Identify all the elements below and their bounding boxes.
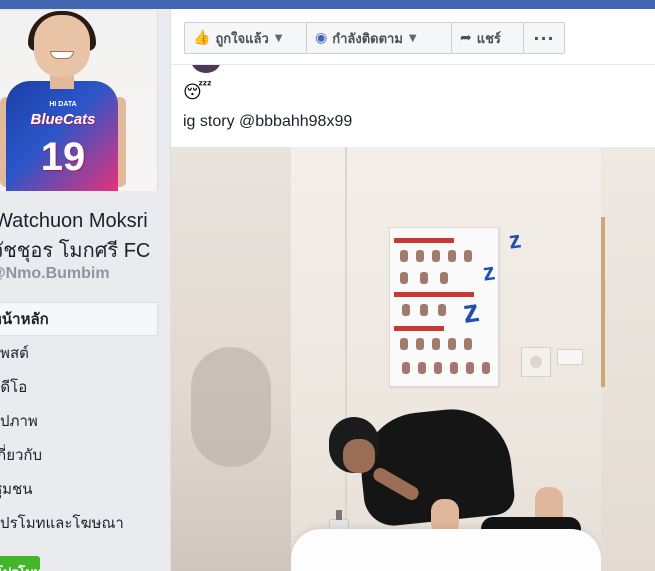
jersey-team-name: BlueCats xyxy=(30,111,96,128)
share-arrow-icon: ➦ xyxy=(460,30,472,46)
post-header xyxy=(171,65,655,75)
nav-item-photos[interactable]: รูปภาพ xyxy=(0,404,158,438)
main-column: 👍 ถูกใจแล้ว ▼ ◉ กำลังติดตาม ▼ ➦ แชร์ ···… xyxy=(170,9,655,571)
following-button[interactable]: ◉ กำลังติดตาม ▼ xyxy=(306,22,452,54)
video-frame: z z z xyxy=(291,147,601,571)
profile-picture[interactable]: HI DATA BlueCats 19 xyxy=(0,11,158,191)
thumbs-up-icon: 👍 xyxy=(193,30,211,46)
left-sidebar: HI DATA BlueCats 19 Watchuon Moksri วัชช… xyxy=(0,9,170,571)
nav-item-about[interactable]: เกี่ยวกับ xyxy=(0,438,158,472)
jersey-sponsor-text: HI DATA xyxy=(49,101,77,108)
exercise-poster xyxy=(389,227,499,387)
post-video[interactable]: z z z xyxy=(171,147,655,571)
masseuse-face xyxy=(343,439,375,473)
nav-item-label: หน้าหลัก xyxy=(0,310,49,328)
nav-item-label: เกี่ยวกับ xyxy=(0,446,43,464)
jersey-number: 19 xyxy=(40,135,86,179)
nav-item-label: โพสต์ xyxy=(0,344,29,362)
wall-switch xyxy=(557,349,583,365)
story-sticker-z: z xyxy=(507,226,523,255)
nav-item-community[interactable]: ชุมชน xyxy=(0,472,158,506)
nav-item-promotions[interactable]: โปรโมทและโฆษณา xyxy=(0,506,158,540)
post-caption: ig story @bbbahh98x99 xyxy=(183,113,353,130)
top-navigation-bar xyxy=(0,0,655,9)
post-author-avatar[interactable] xyxy=(191,65,221,73)
following-button-label: กำลังติดตาม xyxy=(332,31,403,47)
nav-item-label: ชุมชน xyxy=(0,480,33,498)
promote-button[interactable]: โปรโมท xyxy=(0,556,40,571)
share-button-label: แชร์ xyxy=(476,31,501,47)
chevron-down-icon: ▼ xyxy=(408,32,417,44)
video-blur-left xyxy=(171,147,291,571)
nav-item-home[interactable]: หน้าหลัก xyxy=(0,302,158,336)
page-action-bar: 👍 ถูกใจแล้ว ▼ ◉ กำลังติดตาม ▼ ➦ แชร์ ··· xyxy=(171,9,655,65)
page-name-line2[interactable]: วัชชุอร โมกศรี FC xyxy=(0,237,170,265)
nav-item-label: โปรโมทและโฆษณา xyxy=(0,514,124,532)
share-button[interactable]: ➦ แชร์ xyxy=(451,22,524,54)
page-handle[interactable]: @Nmo.Bumbim xyxy=(0,265,170,283)
video-blur-right xyxy=(591,147,655,571)
wall-corner xyxy=(345,147,347,571)
wall-speaker xyxy=(521,347,551,377)
sleeping-face-emoji: 😴 xyxy=(183,82,212,103)
liked-button[interactable]: 👍 ถูกใจแล้ว ▼ xyxy=(184,22,307,54)
chevron-down-icon: ▼ xyxy=(274,32,283,44)
nav-item-posts[interactable]: โพสต์ xyxy=(0,336,158,370)
more-options-button[interactable]: ··· xyxy=(523,22,565,54)
rss-feed-icon: ◉ xyxy=(315,30,328,46)
nav-item-videos[interactable]: วิดีโอ xyxy=(0,370,158,404)
page-name-line1[interactable]: Watchuon Moksri xyxy=(0,207,170,235)
white-sheet xyxy=(291,529,601,571)
more-dots-icon: ··· xyxy=(533,28,555,48)
nav-item-label: วิดีโอ xyxy=(0,378,28,396)
liked-button-label: ถูกใจแล้ว xyxy=(215,31,269,47)
profile-face xyxy=(34,15,90,77)
page-nav-menu: หน้าหลัก โพสต์ วิดีโอ รูปภาพ เกี่ยวกับ ช… xyxy=(0,302,158,540)
nav-item-label: รูปภาพ xyxy=(0,412,38,430)
